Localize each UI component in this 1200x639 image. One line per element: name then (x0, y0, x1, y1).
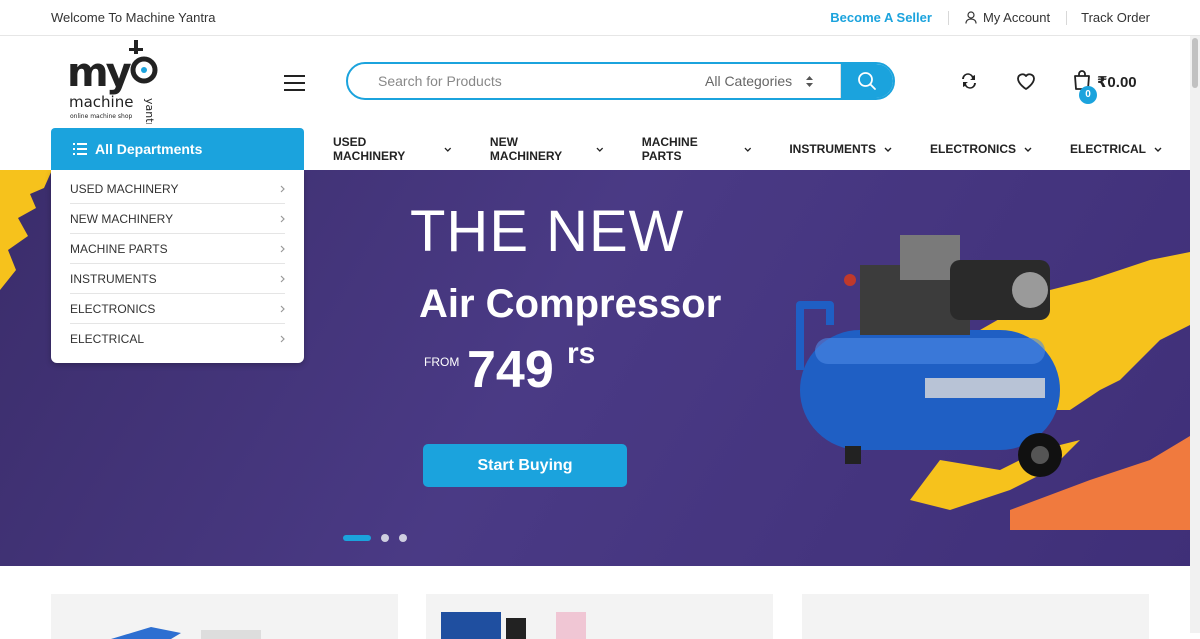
updown-caret-icon (806, 75, 814, 87)
department-label: USED MACHINERY (70, 181, 179, 196)
my-account-label: My Account (982, 10, 1051, 25)
track-order-link[interactable]: Track Order (1067, 10, 1150, 25)
departments-dropdown: USED MACHINERY NEW MACHINERY MACHINE PAR… (51, 170, 304, 363)
nav-item-label: NEW MACHINERY (489, 135, 563, 163)
chevron-right-icon (280, 305, 285, 312)
search-input[interactable] (348, 64, 693, 98)
nav-item-electronics[interactable]: ELECTRONICS (930, 142, 1032, 156)
top-links: Become A Seller My Account Track Order (830, 10, 1150, 25)
nav-item-new-machinery[interactable]: NEW MACHINERY (490, 135, 604, 163)
nav-menu: USED MACHINERY NEW MACHINERY MACHINE PAR… (333, 128, 1200, 170)
nav-item-label: INSTRUMENTS (789, 142, 876, 156)
chevron-down-icon (596, 147, 604, 152)
compare-button[interactable] (958, 70, 980, 97)
heart-icon (1017, 73, 1035, 90)
all-departments-button[interactable]: All Departments (51, 128, 304, 170)
promo-card-2[interactable] (426, 594, 773, 639)
hamburger-line (284, 75, 305, 77)
nav-item-machine-parts[interactable]: MACHINE PARTS (642, 135, 752, 163)
chevron-down-icon (1154, 147, 1162, 152)
nav-item-instruments[interactable]: INSTRUMENTS (789, 142, 892, 156)
nav-item-label: USED MACHINERY (333, 135, 406, 163)
promo-cards (0, 566, 1200, 639)
department-item-electrical[interactable]: ELECTRICAL (70, 324, 285, 354)
department-item-instruments[interactable]: INSTRUMENTS (70, 264, 285, 294)
nav-item-label: ELECTRICAL (1070, 142, 1146, 156)
cart-count-badge: 0 (1079, 86, 1097, 104)
department-item-machine-parts[interactable]: MACHINE PARTS (70, 234, 285, 264)
logo-yantra: yantra (143, 98, 156, 124)
department-label: ELECTRICAL (70, 332, 145, 346)
carousel-dot-2[interactable] (381, 534, 389, 542)
chevron-down-icon (1024, 147, 1032, 152)
logo-my: my (67, 50, 132, 96)
compare-icon (962, 73, 976, 89)
nav-item-used-machinery[interactable]: USED MACHINERY (333, 135, 452, 163)
hero-banner: USED MACHINERY NEW MACHINERY MACHINE PAR… (0, 170, 1200, 566)
hamburger-line (284, 82, 305, 84)
department-label: MACHINE PARTS (70, 241, 168, 256)
chevron-right-icon (280, 275, 285, 282)
nav-item-label: ELECTRONICS (929, 142, 1016, 156)
promo-card-image (441, 612, 586, 639)
hero-product-name: Air Compressor (419, 282, 722, 326)
nav-item-label: MACHINE PARTS (641, 135, 698, 163)
site-logo[interactable]: my machine yantra online machine shop (66, 38, 166, 134)
become-seller-link[interactable]: Become A Seller (830, 10, 948, 25)
hero-price-currency: rs (567, 337, 596, 370)
hero-headline: THE NEW (410, 199, 685, 264)
air-compressor-image (796, 235, 1200, 530)
promo-card-1[interactable] (51, 594, 398, 639)
main-nav: All Departments USED MACHINERY NEW MACHI… (0, 128, 1200, 170)
top-bar: Welcome To Machine Yantra Become A Selle… (0, 0, 1200, 36)
category-select-value: All Categories (705, 73, 793, 89)
nav-item-electrical[interactable]: ELECTRICAL (1070, 142, 1162, 156)
chevron-right-icon (280, 335, 285, 343)
search-icon (858, 72, 876, 90)
menu-toggle-button[interactable] (284, 74, 306, 92)
hamburger-line (284, 89, 305, 91)
wishlist-button[interactable] (1015, 70, 1037, 97)
search-bar: All Categories (346, 62, 895, 100)
carousel-dot-3[interactable] (399, 534, 407, 542)
all-departments-label: All Departments (95, 141, 203, 157)
hero-price-prefix: FROM (424, 355, 460, 369)
chevron-right-icon (280, 185, 285, 192)
chevron-down-icon (444, 147, 452, 152)
page-scrollbar[interactable] (1190, 36, 1200, 633)
department-item-used-machinery[interactable]: USED MACHINERY (70, 174, 285, 204)
logo-tagline: online machine shop (70, 113, 133, 120)
category-select[interactable]: All Categories (693, 64, 841, 98)
user-icon (965, 11, 977, 24)
carousel-dots (343, 534, 407, 542)
my-account-link[interactable]: My Account (949, 10, 1066, 25)
chevron-right-icon (280, 245, 285, 252)
department-label: NEW MACHINERY (70, 211, 174, 226)
header: my machine yantra online machine shop Al… (0, 36, 1200, 134)
start-buying-button[interactable]: Start Buying (423, 444, 627, 487)
hero-price: 749 (467, 341, 554, 399)
department-label: INSTRUMENTS (70, 271, 157, 286)
cart-total[interactable]: ₹0.00 (1097, 73, 1137, 91)
promo-card-image (111, 627, 261, 639)
chevron-right-icon (280, 215, 285, 222)
carousel-dot-1[interactable] (343, 535, 371, 541)
department-label: ELECTRONICS (70, 301, 156, 316)
department-item-new-machinery[interactable]: NEW MACHINERY (70, 204, 285, 234)
list-icon (73, 143, 87, 155)
promo-card-3[interactable] (802, 594, 1149, 639)
scrollbar-thumb[interactable] (1192, 38, 1198, 88)
search-button[interactable] (841, 64, 893, 98)
chevron-down-icon (744, 147, 751, 152)
chevron-down-icon (884, 147, 892, 152)
logo-machine: machine (69, 93, 133, 111)
department-item-electronics[interactable]: ELECTRONICS (70, 294, 285, 324)
welcome-text: Welcome To Machine Yantra (51, 10, 216, 25)
